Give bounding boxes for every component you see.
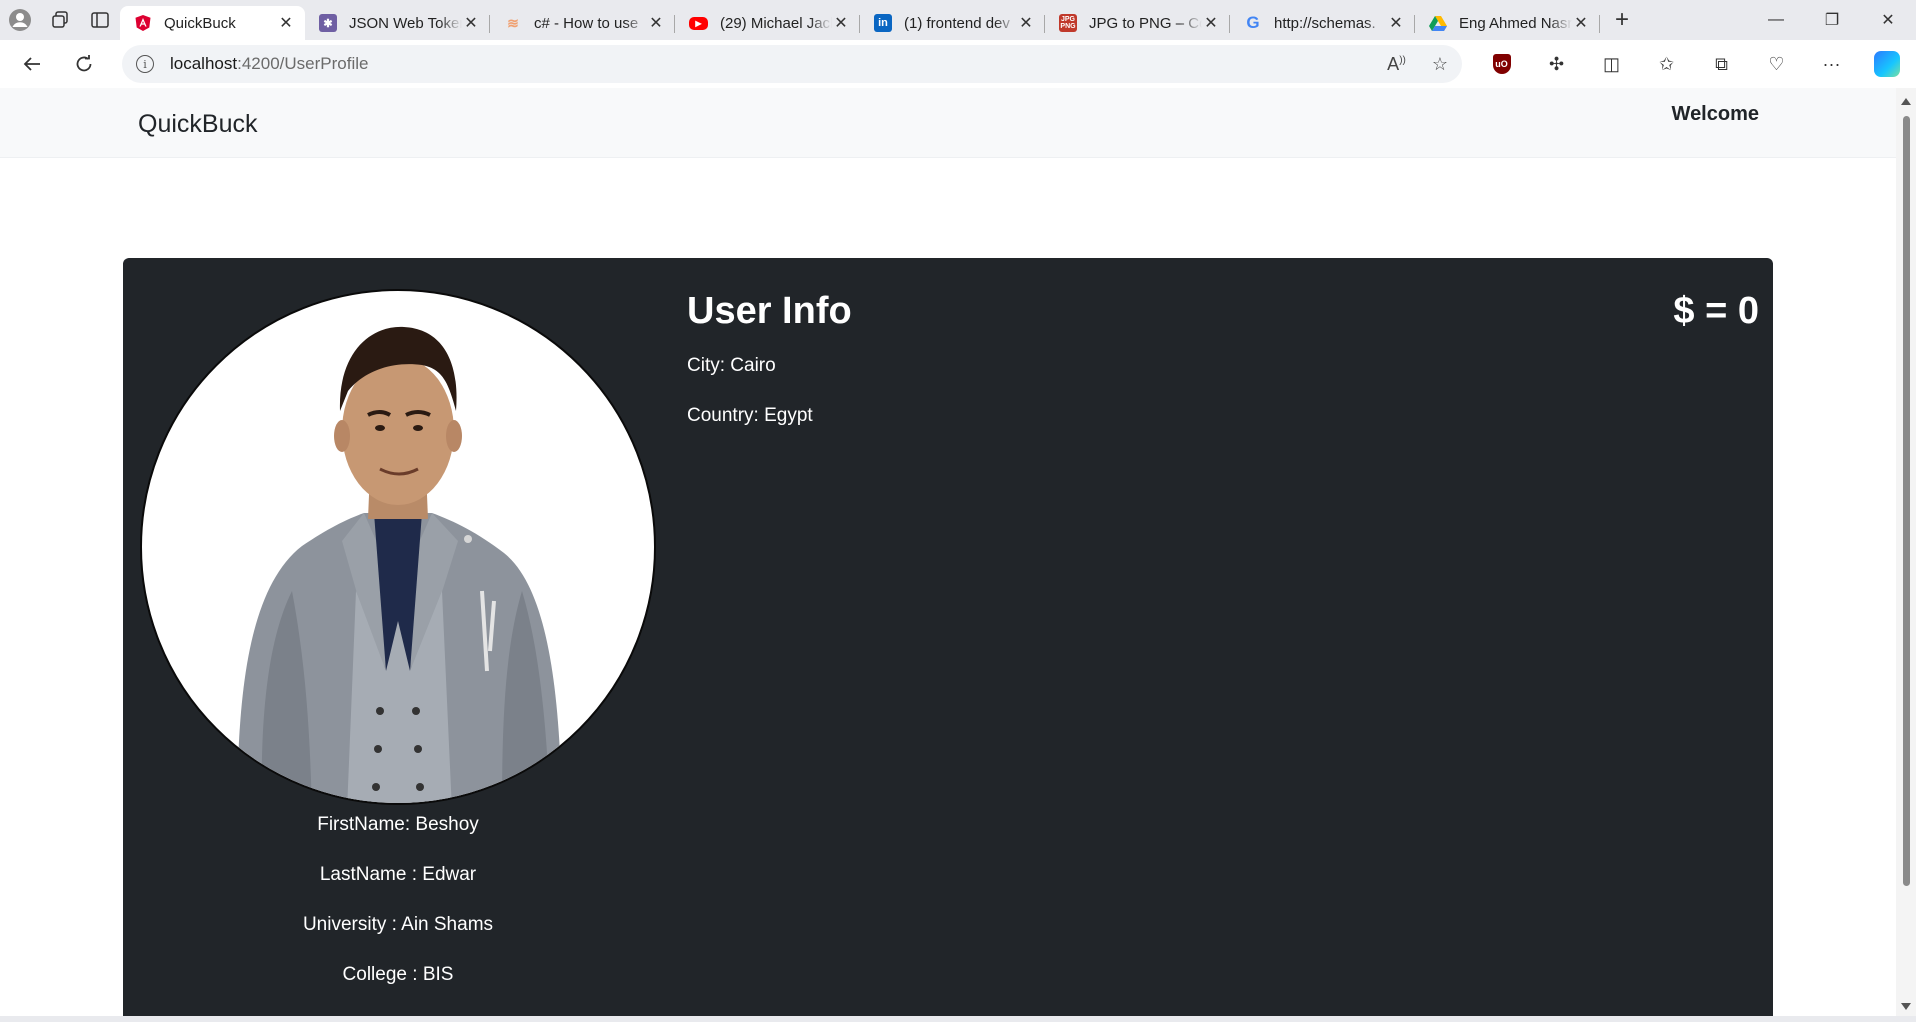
browser-tab-youtube[interactable]: ▶ (29) Michael Jackson ✕ <box>675 6 860 40</box>
tab-title: QuickBuck <box>164 14 236 32</box>
close-window-icon[interactable]: ✕ <box>1860 0 1916 40</box>
page-scrollbar[interactable] <box>1896 88 1916 1016</box>
browser-tab-jwt[interactable]: ✱ JSON Web Tokens ✕ <box>305 6 490 40</box>
workspaces-icon[interactable] <box>40 0 80 40</box>
site-info-icon[interactable]: i <box>136 55 154 73</box>
favorites-icon[interactable]: ✩ <box>1639 44 1694 84</box>
browser-toolbar: i localhost:4200/UserProfile A)) ☆ uO ✣ … <box>0 40 1916 88</box>
close-icon[interactable]: ✕ <box>277 13 295 33</box>
more-options-icon[interactable]: ··· <box>1804 44 1859 84</box>
read-aloud-icon[interactable]: A)) <box>1387 54 1406 75</box>
browser-tab-stackoverflow[interactable]: ≋ c# - How to use ✕ <box>490 6 675 40</box>
close-icon[interactable]: ✕ <box>462 13 480 33</box>
copilot-icon[interactable] <box>1859 44 1914 84</box>
browser-tab-linkedin[interactable]: in (1) frontend dev ✕ <box>860 6 1045 40</box>
browser-tab-quickbuck[interactable]: QuickBuck ✕ <box>120 6 305 40</box>
scroll-up-icon[interactable] <box>1901 98 1911 105</box>
scrollbar-thumb[interactable] <box>1903 116 1910 886</box>
minimize-icon[interactable]: — <box>1748 0 1804 40</box>
angular-icon <box>134 14 152 32</box>
back-icon[interactable] <box>6 44 58 84</box>
college-text: College : BIS <box>342 964 454 985</box>
window-bottom-edge <box>0 1016 1916 1022</box>
welcome-text: Welcome <box>1671 103 1759 125</box>
browser-tab-strip: QuickBuck ✕ ✱ JSON Web Tokens ✕ ≋ c# - H… <box>0 0 1916 40</box>
close-icon[interactable]: ✕ <box>1202 13 1220 33</box>
first-name-text: FirstName: Beshoy <box>317 814 479 835</box>
tab-title: JPG to PNG – Convert <box>1089 14 1202 32</box>
split-screen-icon[interactable]: ◫ <box>1584 44 1639 84</box>
tab-title: c# - How to use <box>534 14 639 32</box>
youtube-icon: ▶ <box>689 16 708 30</box>
close-icon[interactable]: ✕ <box>832 13 850 33</box>
browser-tab-drive[interactable]: Eng Ahmed Nasr ✕ <box>1415 6 1600 40</box>
profile-icon[interactable] <box>0 0 40 40</box>
browser-essentials-icon[interactable]: ♡ <box>1749 44 1804 84</box>
page-viewport: QuickBuck Welcome FirstName: Beshoy Last… <box>0 88 1896 1016</box>
profile-card: FirstName: Beshoy LastName : Edwar Unive… <box>123 258 1773 1016</box>
ublock-extension-icon[interactable]: uO <box>1474 44 1529 84</box>
browser-tab-jpg-png[interactable]: JPGPNG JPG to PNG – Convert ✕ <box>1045 6 1230 40</box>
basic-info: FirstName: Beshoy LastName : Edwar Unive… <box>140 810 656 1010</box>
university-text: University : Ain Shams <box>302 914 494 935</box>
navbar-brand[interactable]: QuickBuck <box>138 110 257 139</box>
close-icon[interactable]: ✕ <box>1387 13 1405 33</box>
new-tab-button[interactable]: + <box>1600 0 1644 40</box>
tab-title: (1) frontend dev <box>904 14 1010 32</box>
city-text: City: Cairo <box>687 355 776 376</box>
refresh-icon[interactable] <box>58 44 110 84</box>
tab-title: JSON Web Tokens <box>349 14 462 32</box>
extensions-icon[interactable]: ✣ <box>1529 44 1584 84</box>
address-bar[interactable]: i localhost:4200/UserProfile A)) ☆ <box>122 45 1462 83</box>
jwt-icon: ✱ <box>319 14 337 32</box>
restore-icon[interactable]: ❐ <box>1804 0 1860 40</box>
tab-title: http://schemas. <box>1274 14 1376 32</box>
linkedin-icon: in <box>874 14 892 32</box>
balance-text: $ = 0 <box>1673 290 1759 332</box>
close-icon[interactable]: ✕ <box>1572 13 1590 33</box>
stackoverflow-icon: ≋ <box>507 14 519 31</box>
profile-photo <box>140 289 656 805</box>
url-path: :4200/UserProfile <box>237 54 369 73</box>
tab-title: Eng Ahmed Nasr <box>1459 14 1572 32</box>
country-text: Country: Egypt <box>687 405 813 426</box>
tab-actions-icon[interactable] <box>80 0 120 40</box>
close-icon[interactable]: ✕ <box>647 13 665 33</box>
favorite-star-icon[interactable]: ☆ <box>1432 54 1448 75</box>
browser-tab-schemas[interactable]: G http://schemas. ✕ <box>1230 6 1415 40</box>
collections-icon[interactable]: ⧉ <box>1694 44 1749 84</box>
user-info-heading: User Info <box>687 290 852 332</box>
jpg-png-icon: JPG PNG <box>1059 14 1077 32</box>
last-name-text: LastName : Edwar <box>319 864 477 885</box>
scroll-down-icon[interactable] <box>1901 1003 1911 1010</box>
url-host: localhost <box>170 54 238 73</box>
google-drive-icon <box>1429 14 1447 32</box>
close-icon[interactable]: ✕ <box>1017 13 1035 33</box>
tab-title: (29) Michael Jackson <box>720 14 832 32</box>
google-icon: G <box>1246 13 1260 32</box>
app-navbar: QuickBuck Welcome <box>0 88 1896 158</box>
